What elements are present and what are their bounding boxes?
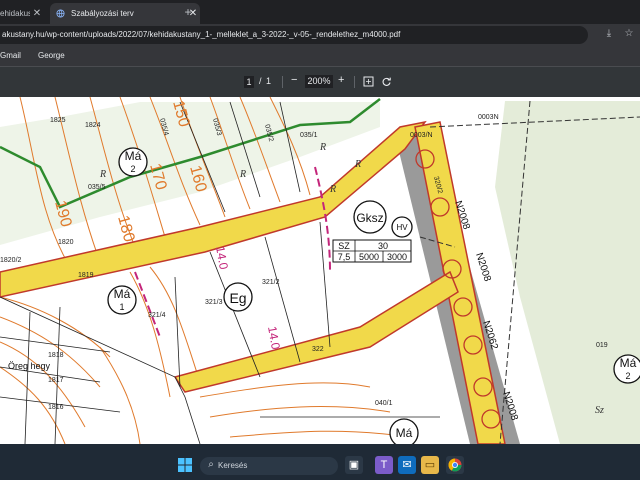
parcel-number: 035/5	[88, 184, 106, 191]
tab-title: ehidakus	[0, 9, 30, 18]
landuse-letter: R	[329, 184, 336, 195]
parcel-number: 321/3	[205, 299, 223, 306]
parcel-number: 1824	[85, 122, 101, 129]
zone-code: Eg	[229, 290, 246, 306]
divider	[354, 76, 355, 88]
teams-icon[interactable]: T	[375, 456, 393, 474]
parcel-number: 1818	[48, 352, 64, 359]
zone-number: 2	[625, 371, 630, 381]
parcel-number: 1825	[50, 117, 66, 124]
zoom-input[interactable]: 200%	[305, 75, 333, 88]
chrome-icon[interactable]	[446, 456, 464, 474]
url-text: akustany.hu/wp-content/uploads/2022/07/k…	[2, 30, 401, 39]
zone-code: Má	[125, 149, 142, 163]
new-tab-button[interactable]: +	[180, 4, 196, 20]
parcel-number: 322	[312, 346, 324, 353]
download-icon[interactable]: ⤓	[602, 28, 616, 42]
parcel-number: 321/2	[262, 279, 280, 286]
tab-strip: ehidakus ✕ Szabályozási terv ✕ +	[0, 0, 640, 24]
parameter-table: SZ 30 7,5 5000 3000	[332, 239, 412, 263]
divider	[282, 76, 283, 88]
page-separator: /	[259, 76, 262, 86]
tab-inactive[interactable]: ehidakus ✕	[0, 3, 44, 24]
bookmark-george[interactable]: George	[38, 51, 65, 60]
table-cell: 5000	[359, 252, 379, 262]
search-label: Keresés	[218, 461, 248, 470]
address-toolbar: akustany.hu/wp-content/uploads/2022/07/k…	[0, 24, 640, 46]
parcel-number: 035/1	[300, 132, 318, 139]
landuse-letter: R	[354, 159, 361, 170]
fit-page-icon[interactable]	[363, 76, 374, 89]
table-cell: SZ	[338, 241, 350, 251]
table-cell: 3000	[387, 252, 407, 262]
zoom-out-button[interactable]: −	[291, 74, 297, 86]
rotate-icon[interactable]	[381, 76, 392, 89]
folder-icon[interactable]: ▭	[421, 456, 439, 474]
landuse-letter: R	[239, 169, 246, 180]
place-name: Öreg hegy	[8, 361, 51, 371]
parcel-number: 1817	[48, 377, 64, 384]
pdf-toolbar: 1 / 1 − 200% +	[0, 67, 640, 97]
star-icon[interactable]: ☆	[622, 28, 636, 42]
globe-icon	[56, 9, 65, 18]
parcel-number: 0003N	[478, 114, 499, 121]
address-bar[interactable]: akustany.hu/wp-content/uploads/2022/07/k…	[0, 26, 588, 44]
landuse-letter: R	[99, 169, 106, 180]
tab-title: Szabályozási terv	[71, 9, 134, 18]
parcel-number: 1819	[78, 272, 94, 279]
zone-code: Má	[114, 287, 131, 301]
landuse-letter: Sz	[595, 405, 604, 416]
tab-active[interactable]: Szabályozási terv ✕	[50, 3, 200, 24]
zone-code: Gksz	[356, 211, 383, 225]
page-total: 1	[266, 76, 272, 86]
page-number-input[interactable]: 1	[244, 76, 254, 88]
hv-label: HV	[396, 223, 408, 232]
parcel-number: 1820/2	[0, 257, 22, 264]
parcel-number: 321/4	[148, 312, 166, 319]
bookmarks-bar: Gmail George	[0, 46, 640, 67]
table-cell: 7,5	[338, 252, 351, 262]
bookmark-gmail[interactable]: Gmail	[0, 51, 21, 60]
parcel-number: 019	[596, 342, 608, 349]
zone-number: 1	[119, 302, 124, 312]
zone-code: Má	[396, 426, 413, 440]
close-icon[interactable]: ✕	[30, 8, 44, 19]
zoning-map: Má 2 Má 1 Eg Gksz Má 2 Má HV 190 180 170…	[0, 97, 640, 444]
mail-icon[interactable]: ✉	[398, 456, 416, 474]
parcel-number: 1816	[48, 404, 64, 411]
task-view-icon[interactable]: ▣	[345, 456, 363, 474]
zone-number: 2	[130, 164, 135, 174]
windows-start-icon[interactable]	[176, 456, 194, 474]
pdf-document[interactable]: Má 2 Má 1 Eg Gksz Má 2 Má HV 190 180 170…	[0, 97, 640, 444]
landuse-letter: R	[319, 142, 326, 153]
table-cell: 30	[378, 241, 388, 251]
zone-code: Má	[620, 356, 637, 370]
parcel-number: 0003/N	[410, 132, 433, 139]
parcel-number: 040/1	[375, 400, 393, 407]
parcel-number: 1820	[58, 239, 74, 246]
zoom-in-button[interactable]: +	[338, 74, 344, 86]
